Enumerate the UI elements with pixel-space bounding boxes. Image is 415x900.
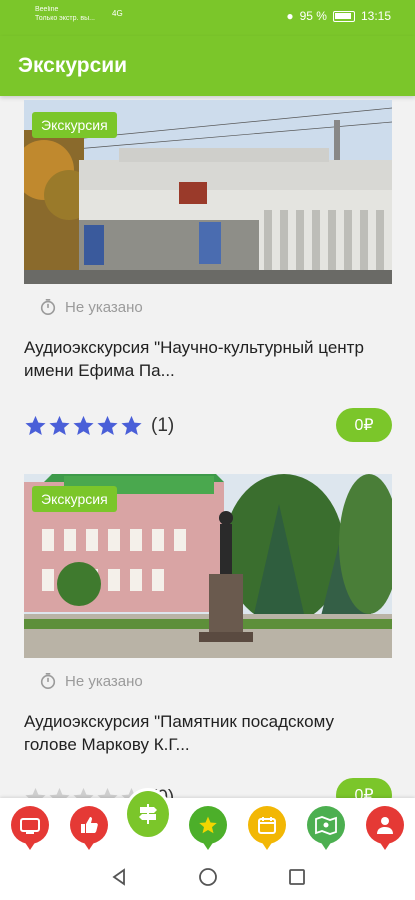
tour-image[interactable]: Экскурсия	[24, 474, 392, 658]
tour-card[interactable]: Экскурсия Не указано Аудиоэкскурсия "Нау…	[24, 100, 392, 442]
duration-label: Не указано	[65, 672, 143, 690]
tour-title[interactable]: Аудиоэкскурсия "Научно-культурный центр …	[24, 336, 374, 382]
rating-count: (1)	[151, 414, 175, 436]
star-icon	[199, 816, 217, 834]
star-icon	[73, 787, 94, 798]
home-icon[interactable]	[198, 867, 218, 887]
tour-tag: Экскурсия	[32, 486, 117, 512]
rating-stars	[24, 786, 143, 798]
tour-duration: Не указано	[39, 298, 392, 316]
duration-label: Не указано	[65, 298, 143, 316]
signpost-icon	[139, 804, 157, 824]
price-button[interactable]: 0₽	[336, 408, 392, 442]
system-navigation	[0, 854, 415, 900]
bottom-navigation	[0, 788, 415, 854]
nav-tv[interactable]	[11, 806, 49, 850]
tour-title[interactable]: Аудиоэкскурсия "Памятник посадскому голо…	[24, 710, 374, 756]
tour-duration: Не указано	[39, 672, 392, 690]
star-icon	[121, 415, 142, 435]
carrier-name: Beeline	[35, 6, 59, 13]
thumb-up-icon	[81, 817, 98, 833]
star-icon	[25, 787, 46, 798]
tour-list[interactable]: Экскурсия Не указано Аудиоэкскурсия "Нау…	[0, 96, 415, 798]
app-bar: Экскурсии	[0, 36, 415, 96]
star-icon	[25, 415, 46, 435]
battery-level: 95 %	[299, 9, 327, 23]
nav-events[interactable]	[248, 806, 286, 850]
clock: 13:15	[360, 9, 391, 23]
star-icon	[97, 787, 118, 798]
user-icon	[377, 817, 393, 834]
star-icon	[49, 787, 70, 798]
tour-rating: (1)	[24, 414, 174, 437]
nav-routes[interactable]	[124, 788, 172, 840]
tour-card[interactable]: Экскурсия Не указано Аудиоэкскурсия "Пам…	[24, 474, 392, 798]
status-bar: Beeline Только экстр. вы... 4G ● 95 % 13…	[0, 0, 415, 36]
carrier-info: Beeline Только экстр. вы...	[35, 5, 95, 23]
star-icon	[97, 415, 118, 435]
stopwatch-icon	[40, 298, 56, 316]
nav-favorites[interactable]	[189, 806, 227, 850]
nav-map[interactable]	[307, 806, 345, 850]
page-title: Экскурсии	[18, 54, 128, 77]
recent-apps-icon[interactable]	[288, 868, 306, 886]
calendar-icon	[258, 817, 276, 834]
network-indicator: 4G	[112, 9, 123, 18]
star-icon	[49, 415, 70, 435]
map-icon	[315, 816, 337, 835]
tv-icon	[20, 818, 40, 834]
nav-profile[interactable]	[366, 806, 404, 850]
rating-stars	[24, 414, 143, 437]
tour-tag: Экскурсия	[32, 112, 117, 138]
status-right: ● 95 % 13:15	[286, 9, 391, 23]
price-button[interactable]: 0₽	[336, 778, 392, 798]
battery-icon	[332, 10, 355, 22]
star-icon	[73, 415, 94, 435]
stopwatch-icon	[40, 672, 56, 690]
carrier-subtitle: Только экстр. вы...	[35, 15, 95, 22]
tour-image[interactable]: Экскурсия	[24, 100, 392, 284]
nav-recommended[interactable]	[70, 806, 108, 850]
back-icon[interactable]	[110, 868, 128, 886]
location-icon: ●	[286, 9, 294, 23]
